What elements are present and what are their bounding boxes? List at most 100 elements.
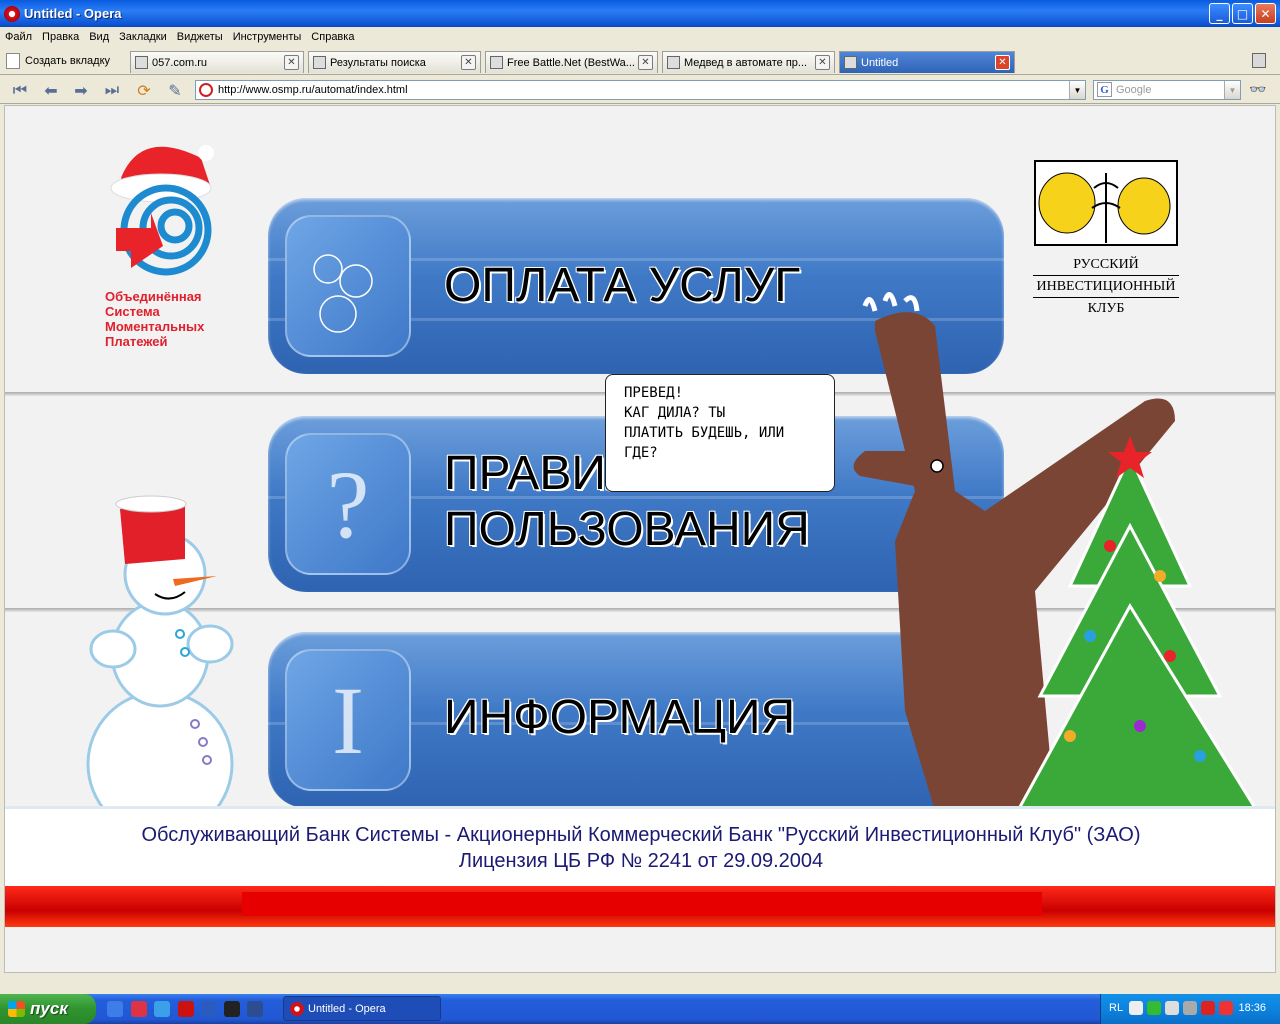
tab-close-icon[interactable]: ✕ — [815, 55, 830, 70]
window-controls: _ □ ✕ — [1209, 3, 1276, 24]
red-bar — [242, 892, 1042, 916]
tab-label: 057.com.ru — [152, 56, 208, 69]
osmp-line: Объединённая — [105, 289, 202, 304]
reload-icon[interactable]: ⟳ — [134, 80, 154, 100]
taskbar: пуск Untitled - Opera RL 18:36 — [0, 994, 1280, 1024]
snowman-image — [86, 495, 234, 838]
menu-edit[interactable]: Правка — [37, 31, 84, 43]
tray-icon[interactable] — [1219, 1001, 1233, 1015]
footer-license-text: Лицензия ЦБ РФ № 2241 от 29.09.2004 — [458, 850, 824, 872]
tray-icon[interactable] — [1165, 1001, 1179, 1015]
menu-bookmarks[interactable]: Закладки — [114, 31, 172, 43]
ie-icon[interactable] — [154, 1001, 170, 1017]
title-bar[interactable]: Untitled - Opera _ □ ✕ — [0, 0, 1280, 27]
tray-icon[interactable] — [1201, 1001, 1215, 1015]
language-indicator[interactable]: RL — [1109, 1002, 1123, 1014]
menu-file[interactable]: Файл — [0, 31, 37, 43]
bubble-line: КАГ ДИЛА? ТЫ — [624, 405, 726, 421]
fast-forward-icon[interactable]: ⏭ — [102, 80, 122, 100]
bubbles-icon — [285, 215, 411, 357]
question-icon: ? — [285, 433, 411, 575]
back-icon[interactable]: ⬅ — [41, 80, 61, 100]
information-label: ИНФОРМАЦИЯ — [444, 691, 796, 744]
bubble-line: ПЛАТИТЬ БУДЕШЬ, ИЛИ — [624, 425, 785, 441]
opera-icon — [4, 5, 20, 22]
page-icon — [667, 56, 680, 69]
search-placeholder: Google — [1116, 84, 1152, 96]
tab-label: Untitled — [861, 56, 899, 69]
tab-untitled[interactable]: Untitled ✕ — [839, 51, 1015, 73]
tab-close-icon[interactable]: ✕ — [995, 55, 1010, 70]
osmp-logo — [110, 145, 214, 276]
rik-crest-icon — [1034, 160, 1178, 246]
osmp-line: Платежей — [105, 334, 168, 349]
page-icon — [313, 56, 326, 69]
menu-tools[interactable]: Инструменты — [228, 31, 307, 43]
glasses-icon[interactable]: 👓 — [1249, 82, 1266, 98]
site-icon — [199, 83, 213, 97]
start-button[interactable]: пуск — [0, 994, 96, 1024]
taskbar-item-opera[interactable]: Untitled - Opera — [283, 996, 441, 1021]
osmp-line: Система — [105, 304, 160, 319]
snow-ground — [5, 806, 1275, 888]
rules-label-line2: ПОЛЬЗОВАНИЯ — [444, 503, 810, 556]
close-button[interactable]: ✕ — [1255, 3, 1276, 24]
system-tray: RL 18:36 — [1100, 994, 1280, 1024]
pay-services-label: ОПЛАТА УСЛУГ — [444, 259, 801, 312]
edit-icon[interactable]: ✎ — [165, 80, 185, 100]
tab-close-icon[interactable]: ✕ — [461, 55, 476, 70]
bubble-line: ПРЕВЕД! — [624, 385, 684, 401]
tab-label: Результаты поиска — [330, 56, 426, 69]
menu-bar: Файл Правка Вид Закладки Виджеты Инструм… — [0, 27, 1280, 47]
new-tab-label: Создать вкладку — [25, 55, 111, 67]
windows-logo-icon — [8, 1001, 25, 1017]
word-icon[interactable] — [201, 1001, 217, 1017]
opera-icon — [290, 1002, 304, 1016]
page-icon — [490, 56, 503, 69]
tab-bar: Создать вкладку 057.com.ru ✕ Результаты … — [0, 47, 1280, 75]
taskbar-item-label: Untitled - Opera — [308, 1002, 386, 1015]
osmp-logo-text: Объединённая Система Моментальных Платеж… — [105, 289, 204, 349]
menu-widgets[interactable]: Виджеты — [172, 31, 228, 43]
start-label: пуск — [30, 999, 68, 1018]
new-tab-button[interactable]: Создать вкладку — [6, 51, 110, 71]
quicklaunch-icon[interactable] — [224, 1001, 240, 1017]
url-input[interactable]: http://www.osmp.ru/automat/index.html ▼ — [195, 80, 1086, 100]
chevron-down-icon[interactable]: ▼ — [1069, 81, 1085, 99]
tab-close-icon[interactable]: ✕ — [638, 55, 653, 70]
tab-medved[interactable]: Медвед в автомате пр... ✕ — [662, 51, 835, 73]
url-text: http://www.osmp.ru/automat/index.html — [218, 84, 408, 96]
footer-bank-text: Обслуживающий Банк Системы - Акционерный… — [141, 824, 1141, 846]
opera-icon[interactable] — [178, 1001, 194, 1017]
tab-search-results[interactable]: Результаты поиска ✕ — [308, 51, 481, 73]
rik-line: РУССКИЙ — [1033, 254, 1179, 276]
speech-bubble: ПРЕВЕД! КАГ ДИЛА? ТЫ ПЛАТИТЬ БУДЕШЬ, ИЛИ… — [605, 374, 835, 492]
chevron-down-icon[interactable]: ▼ — [1224, 81, 1240, 99]
menu-help[interactable]: Справка — [306, 31, 359, 43]
tray-icon[interactable] — [1129, 1001, 1143, 1015]
tab-label: Медвед в автомате пр... — [684, 56, 808, 69]
trash-icon[interactable] — [1252, 53, 1266, 68]
forward-icon[interactable]: ➡ — [71, 80, 91, 100]
clock: 18:36 — [1238, 1002, 1266, 1014]
osmp-line: Моментальных — [105, 319, 205, 334]
christmas-tree-image — [1012, 436, 1263, 818]
tab-close-icon[interactable]: ✕ — [284, 55, 299, 70]
search-input[interactable]: G Google ▼ — [1093, 80, 1241, 100]
page-content: Объединённая Система Моментальных Платеж… — [4, 105, 1276, 973]
minimize-button[interactable]: _ — [1209, 3, 1230, 24]
info-icon: I — [285, 649, 411, 791]
new-page-icon — [6, 53, 20, 69]
tab-057[interactable]: 057.com.ru ✕ — [130, 51, 304, 73]
window-title: Untitled - Opera — [24, 6, 122, 21]
menu-view[interactable]: Вид — [84, 31, 114, 43]
tray-icon[interactable] — [1183, 1001, 1197, 1015]
tab-battlenet[interactable]: Free Battle.Net (BestWa... ✕ — [485, 51, 658, 73]
tray-icon[interactable] — [1147, 1001, 1161, 1015]
bubble-line: ГДЕ? — [624, 445, 658, 461]
quicklaunch-icon[interactable] — [107, 1001, 123, 1017]
floppy-icon[interactable] — [247, 1001, 263, 1017]
rewind-icon[interactable]: ⏮ — [10, 80, 30, 100]
quicklaunch-icon[interactable] — [131, 1001, 147, 1017]
maximize-button[interactable]: □ — [1232, 3, 1253, 24]
